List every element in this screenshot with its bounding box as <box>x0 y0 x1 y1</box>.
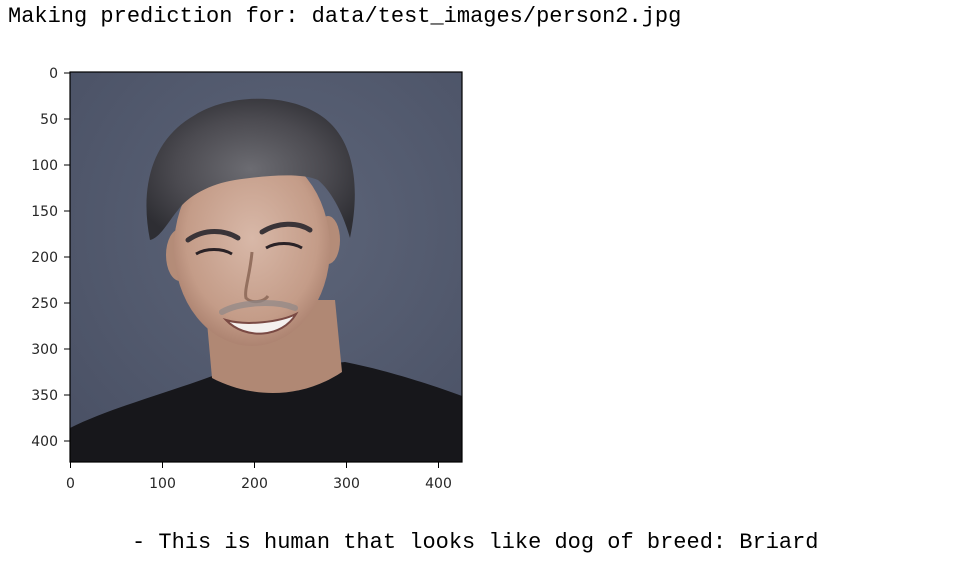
x-axis: 0 100 200 300 400 <box>66 462 452 492</box>
y-axis: 0 50 100 150 200 250 300 350 400 <box>31 66 70 450</box>
y-tick-label: 50 <box>40 112 58 128</box>
x-tick-label: 300 <box>333 476 360 492</box>
y-tick-label: 0 <box>49 66 58 82</box>
y-tick: 300 <box>31 342 70 358</box>
x-tick-label: 0 <box>66 476 75 492</box>
y-tick: 50 <box>40 112 70 128</box>
y-tick: 200 <box>31 250 70 266</box>
y-tick: 350 <box>31 388 70 404</box>
x-tick-label: 200 <box>241 476 268 492</box>
x-tick: 200 <box>241 462 268 492</box>
y-tick-label: 100 <box>31 158 58 174</box>
y-tick-label: 200 <box>31 250 58 266</box>
x-tick-label: 100 <box>149 476 176 492</box>
y-tick-label: 350 <box>31 388 58 404</box>
image-plot: 0 50 100 150 200 250 300 350 400 0 100 2… <box>31 66 463 492</box>
x-tick: 0 <box>66 462 75 492</box>
result-output-line: - This is human that looks like dog of b… <box>132 530 819 555</box>
y-tick-label: 150 <box>31 204 58 220</box>
y-tick: 400 <box>31 434 70 450</box>
x-tick: 300 <box>333 462 360 492</box>
x-tick-label: 400 <box>425 476 452 492</box>
y-tick-label: 250 <box>31 296 58 312</box>
y-tick-label: 300 <box>31 342 58 358</box>
y-tick: 250 <box>31 296 70 312</box>
x-tick: 400 <box>425 462 452 492</box>
photo <box>70 72 462 462</box>
y-tick: 100 <box>31 158 70 174</box>
y-tick: 0 <box>49 66 70 82</box>
x-tick: 100 <box>149 462 176 492</box>
y-tick-label: 400 <box>31 434 58 450</box>
y-tick: 150 <box>31 204 70 220</box>
